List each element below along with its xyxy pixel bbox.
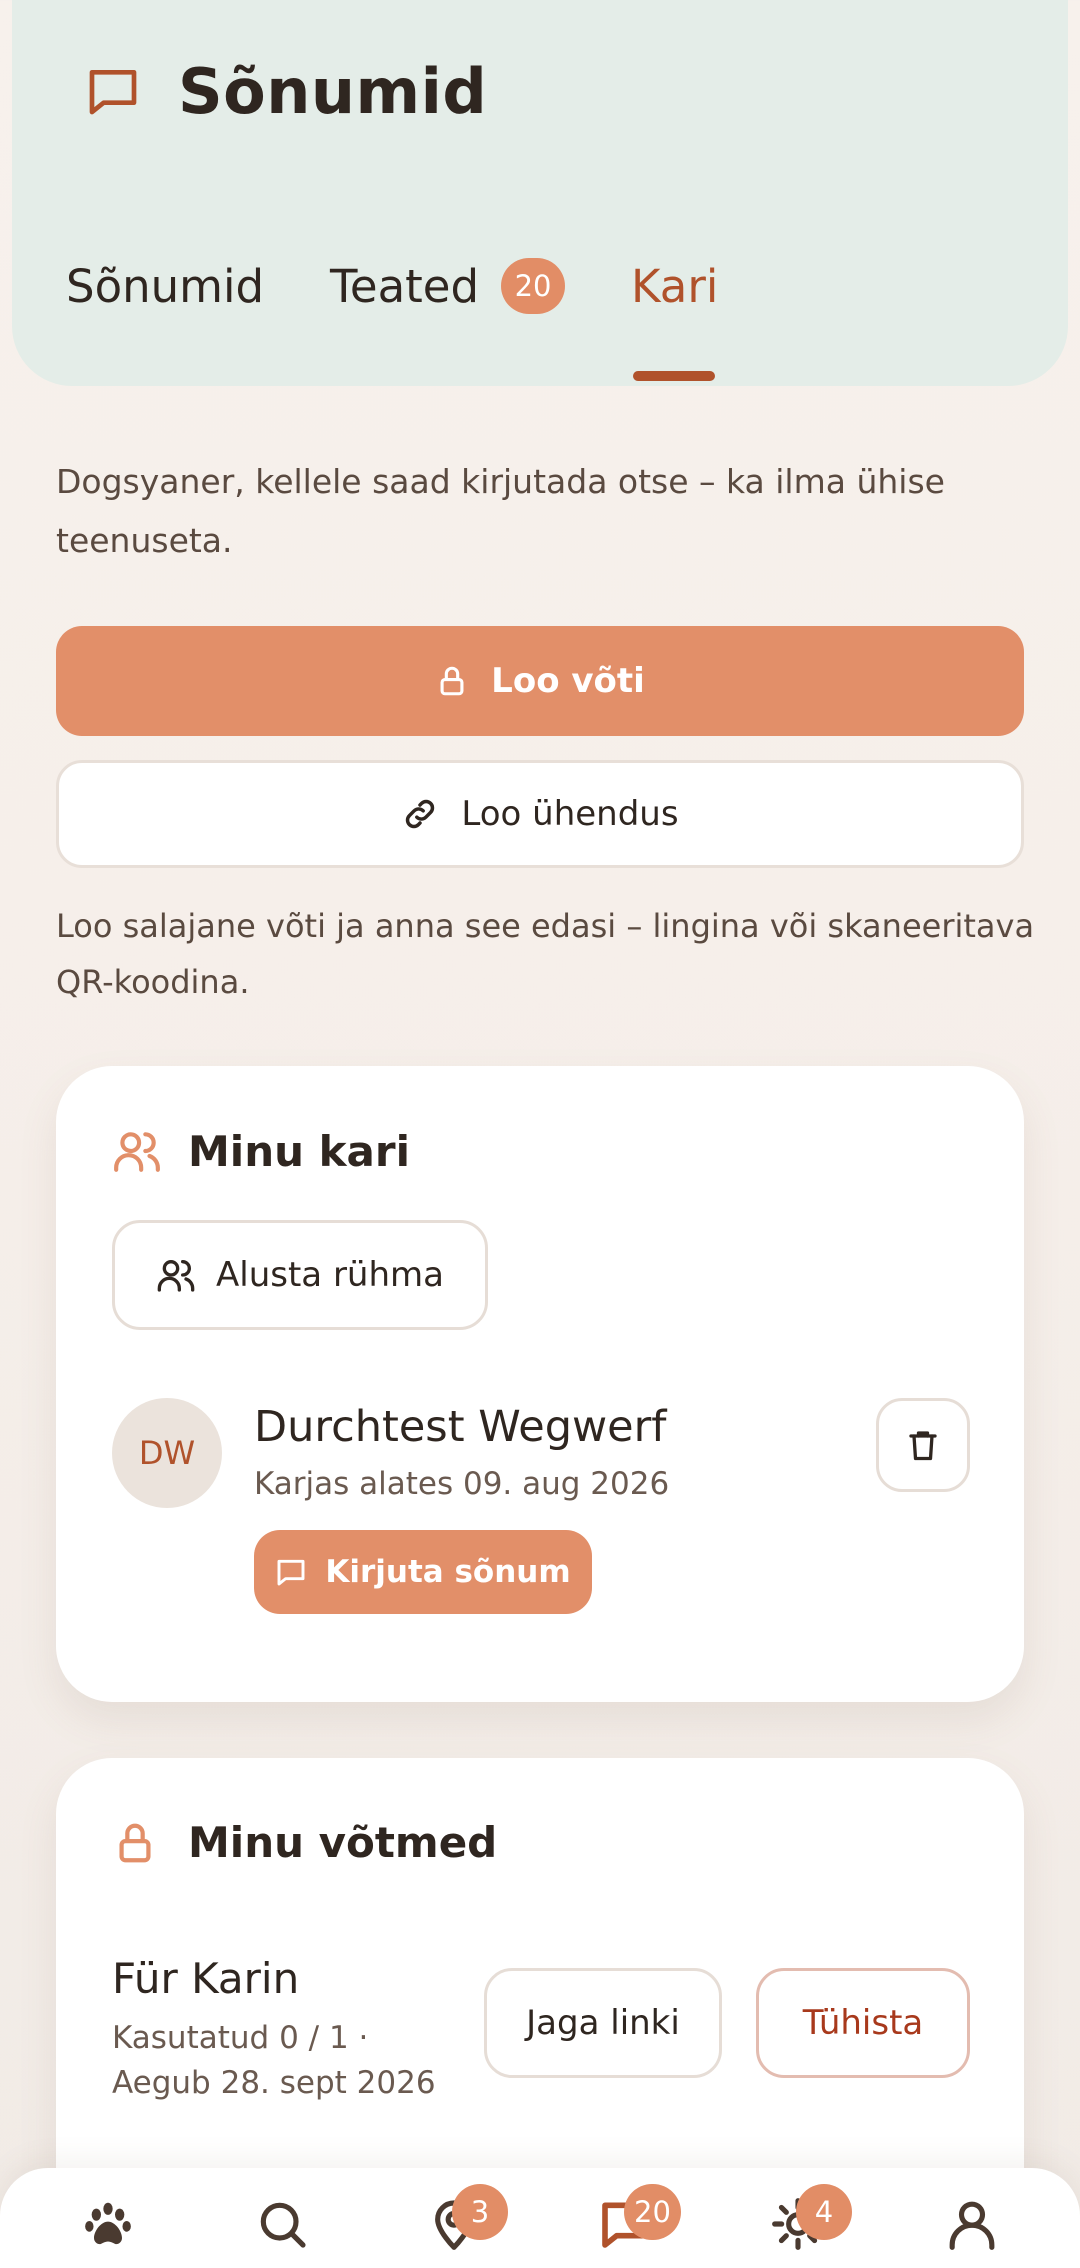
nav-weather[interactable]: 4 xyxy=(768,2184,852,2254)
my-pack-heading: Minu kari xyxy=(112,1126,410,1176)
notifications-count-badge: 20 xyxy=(501,258,566,314)
write-message-label: Kirjuta sõnum xyxy=(325,1554,571,1590)
my-keys-title: Minu võtmed xyxy=(188,1818,498,1867)
trash-icon xyxy=(905,1427,941,1463)
users-icon xyxy=(156,1255,196,1295)
message-square-icon xyxy=(275,1556,307,1588)
tab-label: Kari xyxy=(631,259,719,313)
hint-text: Loo salajane võti ja anna see edasi – li… xyxy=(56,907,1035,1001)
share-link-label: Jaga linki xyxy=(526,2003,680,2043)
intro-text: Dogsyaner, kellele saad kirjutada otse –… xyxy=(56,462,945,560)
bottom-nav: 3 20 4 xyxy=(0,2168,1080,2268)
title-row: Sõnumid xyxy=(72,50,487,132)
my-keys-heading: Minu võtmed xyxy=(112,1818,497,1867)
tab-bar: Sõnumid Teated 20 Kari xyxy=(66,258,784,381)
write-message-button[interactable]: Kirjuta sõnum xyxy=(254,1530,592,1614)
nav-profile[interactable] xyxy=(942,2194,1002,2254)
revoke-key-label: Tühista xyxy=(802,2003,924,2043)
create-connection-button[interactable]: Loo ühendus xyxy=(56,760,1024,868)
start-group-label: Alusta rühma xyxy=(216,1255,444,1295)
nav-pets[interactable] xyxy=(78,2194,138,2254)
header: Sõnumid Sõnumid Teated 20 Kari xyxy=(12,0,1068,386)
page-title: Sõnumid xyxy=(178,54,488,128)
create-connection-label: Loo ühendus xyxy=(461,794,679,834)
link-icon xyxy=(401,795,439,833)
avatar: DW xyxy=(112,1398,222,1508)
weather-badge: 4 xyxy=(796,2184,852,2240)
users-icon xyxy=(112,1126,168,1176)
create-key-label: Loo võti xyxy=(491,661,645,701)
key-expiry: Aegub 28. sept 2026 xyxy=(112,2065,436,2101)
tab-pack[interactable]: Kari xyxy=(631,259,719,381)
revoke-key-button[interactable]: Tühista xyxy=(756,1968,970,2078)
active-tab-indicator xyxy=(633,370,716,381)
member-name: Durchtest Wegwerf xyxy=(254,1402,667,1452)
paw-icon xyxy=(80,2196,136,2252)
user-icon xyxy=(944,2196,1000,2252)
lock-icon xyxy=(112,1820,168,1866)
share-link-button[interactable]: Jaga linki xyxy=(484,1968,722,2078)
key-name: Für Karin xyxy=(112,1954,300,2003)
map-badge: 3 xyxy=(452,2184,508,2240)
nav-messages[interactable]: 20 xyxy=(596,2184,681,2254)
tab-label: Teated xyxy=(330,259,480,313)
member-since: Karjas alates 09. aug 2026 xyxy=(254,1466,670,1502)
remove-member-button[interactable] xyxy=(876,1398,970,1492)
message-square-icon xyxy=(72,50,154,132)
lock-icon xyxy=(435,664,469,698)
search-icon xyxy=(254,2196,310,2252)
tab-notifications[interactable]: Teated 20 xyxy=(330,258,566,314)
start-group-button[interactable]: Alusta rühma xyxy=(112,1220,488,1330)
messages-badge: 20 xyxy=(624,2184,681,2240)
nav-map[interactable]: 3 xyxy=(424,2184,508,2254)
tab-messages[interactable]: Sõnumid xyxy=(66,260,264,313)
tab-label: Sõnumid xyxy=(66,259,265,313)
key-usage: Kasutatud 0 / 1 · xyxy=(112,2020,369,2056)
create-key-button[interactable]: Loo võti xyxy=(56,626,1024,736)
nav-search[interactable] xyxy=(252,2194,312,2254)
key-meta: Kasutatud 0 / 1 · Aegub 28. sept 2026 xyxy=(112,2016,472,2106)
my-pack-title: Minu kari xyxy=(188,1126,410,1176)
my-pack-card: Minu kari Alusta rühma DW Durchtest Wegw… xyxy=(56,1066,1024,1702)
